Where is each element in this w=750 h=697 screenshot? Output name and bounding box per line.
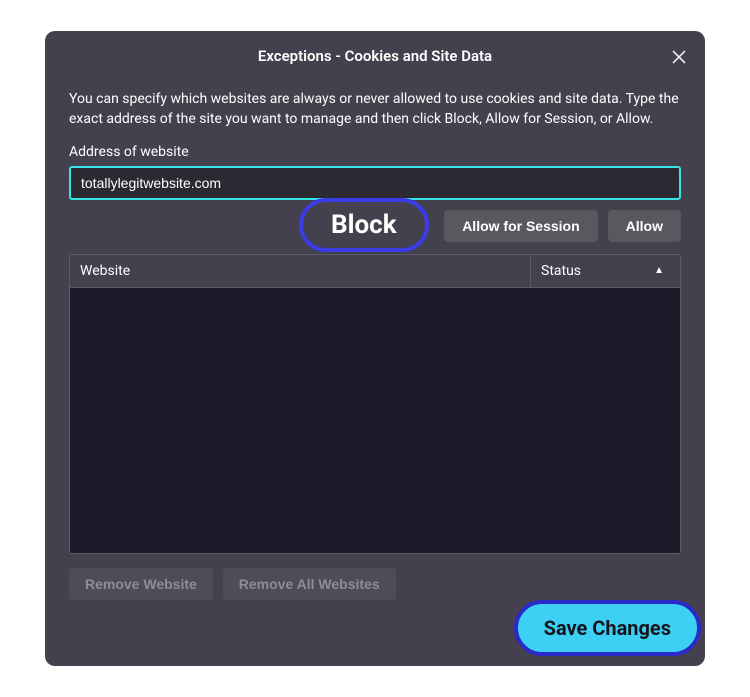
address-label: Address of website	[69, 144, 681, 160]
column-website[interactable]: Website	[70, 255, 530, 287]
remove-button-row: Remove Website Remove All Websites	[69, 568, 681, 600]
remove-all-button: Remove All Websites	[223, 568, 396, 600]
column-status[interactable]: Status ▲	[530, 255, 680, 287]
block-highlight-callout: Block	[299, 198, 429, 252]
save-highlight-callout[interactable]: Save Changes	[514, 600, 701, 656]
allow-button[interactable]: Allow	[608, 210, 681, 242]
remove-website-button: Remove Website	[69, 568, 213, 600]
allow-session-button[interactable]: Allow for Session	[444, 210, 597, 242]
address-input[interactable]	[69, 166, 681, 200]
close-button[interactable]	[667, 45, 691, 69]
dialog-header: Exceptions - Cookies and Site Data	[45, 31, 705, 81]
column-status-label: Status	[541, 263, 581, 279]
footer-row: C Save Changes	[69, 614, 681, 646]
table-header: Website Status ▲	[70, 255, 680, 288]
dialog-title: Exceptions - Cookies and Site Data	[258, 47, 492, 65]
dialog-body: You can specify which websites are alway…	[45, 81, 705, 666]
table-body	[70, 288, 680, 553]
dialog-description: You can specify which websites are alway…	[69, 89, 681, 130]
action-button-row: Block Allow for Session Allow	[69, 210, 681, 242]
exceptions-dialog: Exceptions - Cookies and Site Data You c…	[45, 31, 705, 666]
sort-ascending-icon: ▲	[654, 265, 664, 276]
close-icon	[671, 49, 687, 65]
exceptions-table: Website Status ▲	[69, 254, 681, 554]
